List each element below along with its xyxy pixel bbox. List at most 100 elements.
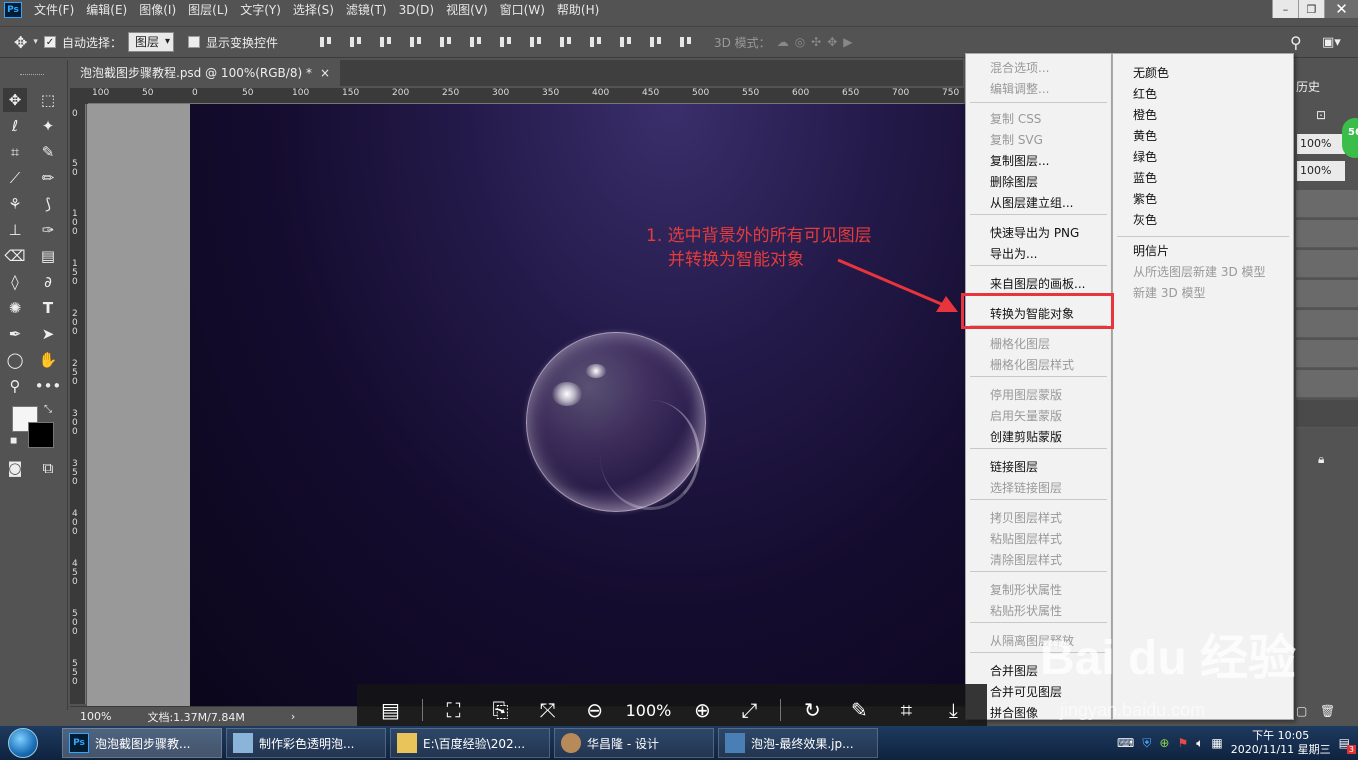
minimize-icon[interactable]: – (1272, 0, 1298, 18)
distribute-hcenter-icon[interactable] (619, 35, 633, 49)
taskbar-item[interactable]: E:\百度经验\202... (390, 728, 550, 758)
restore-icon[interactable]: ❐ (1298, 0, 1324, 18)
auto-select-checkbox[interactable]: ✓ (43, 36, 56, 48)
hand-tool-icon[interactable]: ✋ (36, 348, 60, 372)
history-tab[interactable]: 历史 (1296, 78, 1320, 95)
color-label-item[interactable]: 蓝色 (1113, 168, 1293, 189)
zoom-in-icon[interactable]: ⊕ (686, 698, 718, 722)
taskbar-item[interactable]: 华昌隆 - 设计 (554, 728, 714, 758)
taskbar-item[interactable]: 泡泡-最终效果.jp... (718, 728, 878, 758)
menu-3d[interactable]: 3D(D) (393, 0, 440, 20)
healing-brush-icon[interactable]: ⟋ (3, 166, 27, 190)
menu-item[interactable]: 从图层建立组... (966, 193, 1111, 214)
pen-tool-icon[interactable]: ✒ (3, 322, 27, 346)
lasso-tool-icon[interactable]: ℓ (3, 114, 27, 138)
security-icon[interactable]: ⛨ (1142, 736, 1151, 751)
distribute-left-icon[interactable] (589, 35, 603, 49)
type-tool-icon[interactable]: T (36, 296, 60, 320)
menu-item[interactable]: 删除图层 (966, 172, 1111, 193)
layer-row[interactable] (1296, 400, 1358, 428)
clone-stamp-icon[interactable]: ⚘ (3, 192, 27, 216)
menu-item[interactable]: 快速导出为 PNG (966, 223, 1111, 244)
status-zoom[interactable]: 100% (80, 710, 111, 723)
actual-size-icon[interactable]: ⤧ (532, 698, 564, 722)
align-top-icon[interactable] (319, 35, 333, 49)
keyboard-icon[interactable]: ⌨ (1117, 736, 1134, 750)
volume-icon[interactable]: 🔈︎ (1196, 736, 1203, 751)
align-left-icon[interactable] (409, 35, 423, 49)
auto-select-dropdown[interactable]: 图层 (127, 32, 174, 52)
default-colors-icon[interactable]: ◼ (10, 436, 17, 446)
workspace-icon[interactable]: ▣▾ (1322, 35, 1341, 50)
layer-row[interactable] (1296, 280, 1358, 308)
menu-item[interactable]: 链接图层 (966, 457, 1111, 478)
align-vcenter-icon[interactable] (349, 35, 363, 49)
menu-item[interactable]: 导出为... (966, 244, 1111, 265)
crop-tool-icon[interactable]: ⌗ (3, 140, 27, 164)
add-icon[interactable]: ⊕ (1159, 736, 1169, 750)
ocr-icon[interactable]: ⎘ (485, 698, 517, 722)
edit-icon[interactable]: ✎ (843, 698, 875, 722)
network-icon[interactable]: ▦ (1211, 736, 1222, 750)
brush-tool-icon[interactable]: ✏ (36, 166, 60, 190)
search-icon[interactable]: ⚲ (1290, 33, 1302, 52)
menu-edit[interactable]: 编辑(E) (80, 0, 133, 20)
layer-row[interactable] (1296, 190, 1358, 218)
thumbnails-icon[interactable]: ▤ (375, 698, 407, 722)
art-brush-icon[interactable]: ✑ (36, 218, 60, 242)
opacity-field[interactable]: 100% (1297, 134, 1345, 154)
menu-item[interactable]: 创建剪贴蒙版 (966, 427, 1111, 448)
align-hcenter-icon[interactable] (439, 35, 453, 49)
swap-colors-icon[interactable]: ⤡ (44, 404, 52, 415)
layer-row[interactable] (1296, 370, 1358, 398)
rotate-icon[interactable]: ↻ (796, 698, 828, 722)
color-label-item[interactable]: 橙色 (1113, 105, 1293, 126)
crop-icon[interactable]: ⌗ (890, 698, 922, 722)
taskbar-item[interactable]: Ps 泡泡截图步骤教... (62, 728, 222, 758)
close-tab-icon[interactable]: × (320, 60, 330, 86)
distribute-right-icon[interactable] (649, 35, 663, 49)
menu-window[interactable]: 窗口(W) (494, 0, 551, 20)
flag-icon[interactable]: ⚑ (1177, 736, 1188, 750)
start-button[interactable] (0, 726, 46, 760)
color-label-item[interactable]: 黄色 (1113, 126, 1293, 147)
color-label-item[interactable]: 紫色 (1113, 189, 1293, 210)
status-arrow-icon[interactable]: › (291, 710, 295, 723)
fullscreen-icon[interactable]: ⤢ (733, 698, 765, 722)
new-layer-icon[interactable]: ▢ (1296, 704, 1307, 718)
color-label-item[interactable]: 无颜色 (1113, 63, 1293, 84)
notification-icon[interactable]: ▤ 3 (1339, 736, 1356, 754)
move-tool-icon[interactable]: ✥ (3, 88, 27, 112)
menu-layer[interactable]: 图层(L) (182, 0, 234, 20)
path-select-icon[interactable]: ➤ (36, 322, 60, 346)
move-tool-icon[interactable]: ✥ (14, 33, 27, 52)
menu-type[interactable]: 文字(Y) (234, 0, 287, 20)
fill-field[interactable]: 100% (1297, 161, 1345, 181)
layer-row[interactable] (1296, 310, 1358, 338)
color-label-item[interactable]: 绿色 (1113, 147, 1293, 168)
smudge-icon[interactable]: ∂ (36, 270, 60, 294)
blur-tool-icon[interactable]: ◊ (3, 270, 27, 294)
close-icon[interactable]: ✕ (1324, 0, 1358, 18)
chevron-down-icon[interactable]: ▾ (33, 37, 38, 47)
more-tools-icon[interactable]: ••• (35, 374, 62, 398)
distribute-bottom-icon[interactable] (559, 35, 573, 49)
distribute-top-icon[interactable] (499, 35, 513, 49)
history-brush-icon[interactable]: ⟆ (36, 192, 60, 216)
menu-item[interactable]: 复制图层... (966, 151, 1111, 172)
zoom-out-icon[interactable]: ⊖ (579, 698, 611, 722)
fit-screen-icon[interactable]: ⛶ (438, 698, 470, 722)
zoom-tool-icon[interactable]: ⚲ (3, 374, 27, 398)
align-bottom-icon[interactable] (379, 35, 393, 49)
layer-row[interactable] (1296, 220, 1358, 248)
auto-align-icon[interactable] (679, 35, 693, 49)
stamp-icon[interactable]: ⊥ (3, 218, 27, 242)
distribute-vcenter-icon[interactable] (529, 35, 543, 49)
layer-row[interactable] (1296, 250, 1358, 278)
color-label-item[interactable]: 红色 (1113, 84, 1293, 105)
document-tab[interactable]: 泡泡截图步骤教程.psd @ 100%(RGB/8) * × (70, 60, 341, 86)
dodge-tool-icon[interactable]: ✺ (3, 296, 27, 320)
background-color-swatch[interactable] (28, 422, 54, 448)
trash-icon[interactable]: 🗑︎ (1320, 704, 1335, 718)
menu-file[interactable]: 文件(F) (28, 0, 80, 20)
